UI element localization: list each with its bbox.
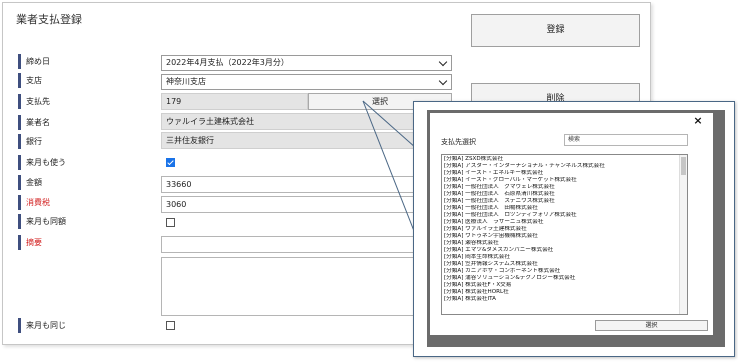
same-amount-checkbox[interactable] — [166, 218, 175, 227]
tax-input[interactable]: 3060 — [161, 196, 452, 213]
list-item[interactable]: [分類A] イースト・グローバル・マーケット株式会社 — [444, 177, 678, 184]
payee-listbox[interactable]: [分類A] ZSXD株式会社 [分類A] アスター・インターナショナル・チャンネル… — [441, 154, 688, 315]
list-item[interactable]: [分類A] 一般社団法人 ステニウス株式会社 — [444, 198, 678, 205]
branch-label: 支店 — [18, 73, 42, 88]
closing-date-label: 締め日 — [18, 54, 50, 69]
closing-date-value: 2022年4月支払（2022年3月分） — [166, 58, 289, 67]
payee-selection-callout: × 支払先選択 検索 [分類A] ZSXD株式会社 [分類A] アスター・インター… — [413, 101, 735, 357]
page-title: 業者支払登録 — [16, 13, 82, 26]
list-item[interactable]: [分類A] 笠井情報システムズ株式会社 — [444, 261, 678, 268]
dialog-select-button[interactable]: 選択 — [595, 320, 708, 331]
list-item[interactable]: [分類A] 株式会社ITA — [444, 296, 678, 303]
list-item[interactable]: [分類A] 瀬谷株式会社 — [444, 240, 678, 247]
close-icon[interactable]: × — [691, 115, 705, 127]
list-item[interactable]: [分類A] 一般社団法人 石原県清川株式会社 — [444, 191, 678, 198]
list-item[interactable]: [分類A] ウトゥネン宇宙機械株式会社 — [444, 233, 678, 240]
chevron-down-icon — [438, 76, 448, 86]
list-item[interactable]: [分類A] 株式会社F・X交易 — [444, 282, 678, 289]
list-item[interactable]: [分類A] エマツ&タメスカンパニー株式会社 — [444, 247, 678, 254]
same-next-month-checkbox[interactable] — [166, 321, 175, 330]
list-item[interactable]: [分類A] アスター・インターナショナル・チャンネルズ株式会社 — [444, 163, 678, 170]
list-item[interactable]: [分類A] 岡本生命株式会社 — [444, 254, 678, 261]
scrollbar-thumb[interactable] — [681, 157, 686, 175]
payee-selection-label: 支払先選択 — [441, 138, 476, 146]
amount-label: 金額 — [18, 175, 42, 190]
list-item[interactable]: [分類A] 蒲谷ソリューション&テクノロジー株式会社 — [444, 275, 678, 282]
branch-value: 神奈川支店 — [166, 77, 206, 86]
use-next-month-label: 来月も使う — [18, 155, 66, 170]
payee-selection-dialog: × 支払先選択 検索 [分類A] ZSXD株式会社 [分類A] アスター・インター… — [430, 113, 713, 335]
listbox-scrollbar[interactable] — [679, 155, 687, 314]
list-item[interactable]: [分類A] 一般社団法人 田楊株式会社 — [444, 205, 678, 212]
remarks-label: 摘要 — [18, 235, 42, 250]
remarks-detail-textarea[interactable] — [161, 257, 451, 316]
list-item[interactable]: [分類A] カニアホザ・コンポーネント株式会社 — [444, 268, 678, 275]
chevron-down-icon — [438, 57, 448, 67]
list-item[interactable]: [分類A] 一般社団法人 グマヴェレ株式会社 — [444, 184, 678, 191]
payee-code-field: 179 — [161, 93, 308, 110]
list-item[interactable]: [分類A] ウァルイラ土建株式会社 — [444, 226, 678, 233]
payee-list: [分類A] ZSXD株式会社 [分類A] アスター・インターナショナル・チャンネル… — [444, 156, 678, 303]
search-input[interactable]: 検索 — [564, 134, 688, 146]
payee-selection-dialog-frame: × 支払先選択 検索 [分類A] ZSXD株式会社 [分類A] アスター・インター… — [427, 110, 725, 347]
bank-label: 銀行 — [18, 134, 42, 149]
list-item[interactable]: [分類A] 一般社団法人 ロツンディフォリア株式会社 — [444, 212, 678, 219]
closing-date-select[interactable]: 2022年4月支払（2022年3月分） — [161, 55, 452, 71]
list-item[interactable]: [分類A] 株式会社HORL社 — [444, 289, 678, 296]
vendor-name-field: ウァルイラ土建株式会社 — [161, 113, 453, 130]
payee-label: 支払先 — [18, 94, 50, 109]
list-item[interactable]: [分類A] ZSXD株式会社 — [444, 156, 678, 163]
bank-field: 三井住友銀行 — [161, 132, 453, 149]
same-next-month-label: 来月も同じ — [18, 318, 66, 333]
list-item[interactable]: [分類A] 医療法人 ラサーニュ株式会社 — [444, 219, 678, 226]
branch-select[interactable]: 神奈川支店 — [161, 74, 452, 90]
amount-input[interactable]: 33660 — [161, 176, 452, 193]
use-next-month-checkbox[interactable] — [166, 158, 175, 167]
list-item[interactable]: [分類A] イースト・エネルギー株式会社 — [444, 170, 678, 177]
same-amount-label: 来月も同額 — [18, 214, 66, 229]
register-button[interactable]: 登録 — [471, 14, 640, 47]
vendor-name-label: 業者名 — [18, 115, 50, 130]
tax-label: 消費税 — [18, 195, 50, 210]
remarks-input[interactable] — [161, 236, 451, 253]
